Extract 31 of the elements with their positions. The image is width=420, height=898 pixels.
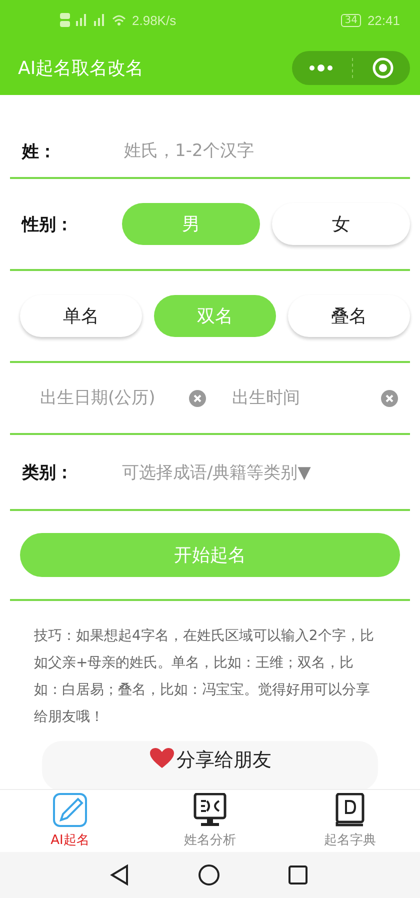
name-type-option[interactable]: 叠名 (288, 295, 410, 337)
battery-level: 34 (340, 14, 362, 26)
pencil-icon (53, 793, 87, 827)
signal-icon (76, 14, 88, 26)
monitor-icon (193, 793, 227, 827)
clear-icon[interactable] (381, 390, 398, 406)
name-type-option[interactable]: 单名 (20, 295, 142, 337)
back-icon[interactable] (110, 864, 130, 886)
signal-icon (94, 14, 106, 26)
book-icon (335, 793, 365, 827)
network-speed: 2.98K/s (132, 12, 176, 28)
birth-date-field[interactable]: 出生日期(公历) (38, 387, 189, 409)
surname-label: 姓： (20, 140, 57, 162)
recents-icon[interactable] (288, 865, 308, 885)
heart-icon (148, 747, 174, 769)
hd-icon (60, 12, 70, 28)
more-icon[interactable] (308, 62, 334, 72)
birth-time-field[interactable]: 出生时间 (230, 387, 381, 409)
home-icon[interactable] (198, 864, 220, 886)
gender-option[interactable]: 女 (272, 203, 410, 245)
app-title: AI起名取名改名 (18, 56, 145, 80)
category-label: 类别： (20, 462, 74, 484)
share-button[interactable]: 分享给朋友 (42, 741, 378, 789)
wifi-icon (112, 14, 126, 26)
clock-time: 22:41 (367, 12, 400, 28)
gender-label: 性别： (20, 214, 74, 236)
tips-text: 技巧：如果想起4字名，在姓氏区域可以输入2个字，比如父亲+母亲的姓氏。单名，比如：王维；双名，比如：白居易；叠名，比如：冯宝宝。觉得好用可以分享给朋友哦！ (34, 627, 375, 727)
surname-field[interactable]: 姓氏，1-2个汉字 (122, 140, 410, 162)
close-icon[interactable] (372, 56, 394, 78)
clear-icon[interactable] (189, 390, 206, 406)
category-picker[interactable]: 可选择成语/典籍等类别▼ (122, 460, 311, 484)
